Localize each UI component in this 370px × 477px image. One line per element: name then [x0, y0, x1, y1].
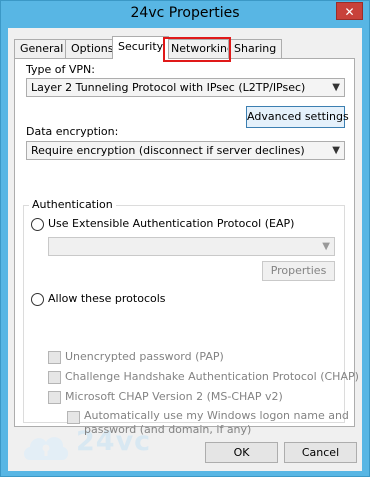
pap-checkbox[interactable] [48, 351, 61, 364]
advanced-settings-button[interactable]: Advanced settings [246, 106, 349, 128]
pap-label: Unencrypted password (PAP) [65, 350, 224, 363]
chap-checkbox[interactable] [48, 371, 61, 384]
window-title: 24vc Properties [130, 5, 240, 21]
security-tab-panel: Type of VPN: Layer 2 Tunneling Protocol … [14, 58, 359, 436]
mschapv2-label: Microsoft CHAP Version 2 (MS-CHAP v2) [65, 390, 283, 403]
tab-security[interactable]: Security [112, 36, 170, 59]
eap-radio-label[interactable]: Use Extensible Authentication Protocol (… [48, 217, 294, 230]
eap-radio[interactable] [31, 218, 44, 231]
chevron-down-icon: ▼ [322, 241, 330, 252]
chevron-down-icon: ▼ [332, 82, 340, 93]
title-bar[interactable]: 24vc Properties ✕ [1, 1, 369, 28]
eap-properties-button[interactable]: Properties [262, 261, 335, 281]
networking-tab-highlight [163, 37, 231, 62]
ok-button[interactable]: OK [205, 442, 278, 463]
auto-logon-checkbox[interactable] [67, 411, 80, 424]
vpn-type-select[interactable]: Layer 2 Tunneling Protocol with IPsec (L… [26, 78, 345, 97]
auto-logon-label-line2: password (and domain, if any) [84, 423, 252, 436]
properties-window: 24vc Properties ✕ General Options Securi… [0, 0, 370, 477]
data-encryption-value: Require encryption (disconnect if server… [31, 144, 305, 157]
chevron-down-icon: ▼ [332, 145, 340, 156]
close-button[interactable]: ✕ [336, 2, 363, 20]
auto-logon-label-line1: Automatically use my Windows logon name … [84, 409, 349, 422]
close-icon: ✕ [344, 5, 355, 19]
mschapv2-checkbox[interactable] [48, 391, 61, 404]
allow-protocols-radio[interactable] [31, 293, 44, 306]
data-encryption-label: Data encryption: [26, 125, 119, 138]
vpn-type-label: Type of VPN: [26, 63, 95, 76]
tab-sharing[interactable]: Sharing [228, 39, 283, 58]
tab-general[interactable]: General [14, 39, 70, 58]
authentication-group-label: Authentication [29, 198, 116, 211]
data-encryption-select[interactable]: Require encryption (disconnect if server… [26, 141, 345, 160]
eap-method-select[interactable]: ▼ [48, 237, 335, 256]
cloud-keyhole-icon [24, 437, 69, 460]
authentication-group: Authentication Use Extensible Authentica… [23, 198, 359, 436]
cancel-button[interactable]: Cancel [284, 442, 357, 463]
chap-label: Challenge Handshake Authentication Proto… [65, 370, 359, 383]
vpn-type-value: Layer 2 Tunneling Protocol with IPsec (L… [31, 81, 306, 94]
allow-protocols-label[interactable]: Allow these protocols [48, 292, 166, 305]
dialog-client-area: General Options Security Networking Shar… [8, 28, 362, 471]
